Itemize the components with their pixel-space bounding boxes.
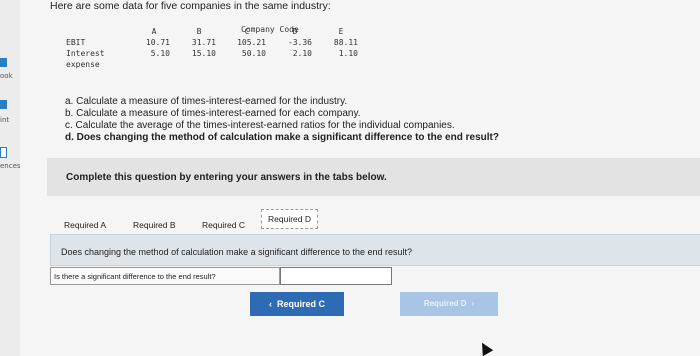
question-d: d. Does changing the method of calculati… xyxy=(65,132,499,143)
table-cell: 50.10 xyxy=(241,49,266,58)
question-list: a. Calculate a measure of times-interest… xyxy=(65,96,499,144)
tab-required-b[interactable]: Required B xyxy=(133,220,176,230)
tab-required-d[interactable]: Required D xyxy=(261,209,318,229)
table-cell: 31.71 xyxy=(191,38,216,47)
table-cell: -3.36 xyxy=(287,38,312,47)
table-header-row: A B C D E xyxy=(60,26,364,37)
tab-required-a[interactable]: Required A xyxy=(64,220,106,230)
row-label: Interest xyxy=(66,49,105,58)
answer-prompt-label: Is there a significant difference to the… xyxy=(50,267,280,285)
mouse-cursor-icon xyxy=(476,339,494,356)
question-panel: Does changing the method of calculation … xyxy=(50,234,700,266)
column-header: B xyxy=(196,27,202,36)
book-icon[interactable] xyxy=(0,58,7,67)
sidebar-item-print[interactable]: int xyxy=(0,116,22,124)
question-c: c. Calculate the average of the times-in… xyxy=(65,120,455,131)
table-cell: 2.10 xyxy=(292,49,312,58)
table-row: Interest 5.10 15.10 50.10 2.10 1.10 xyxy=(60,48,364,59)
left-sidebar: ook int ences xyxy=(0,0,22,356)
question-content: Here are some data for five companies in… xyxy=(20,0,700,356)
instruction-text: Complete this question by entering your … xyxy=(66,172,387,183)
table-cell: 105.21 xyxy=(237,38,266,47)
table-cell: 5.10 xyxy=(150,49,170,58)
column-header: C xyxy=(244,27,250,36)
row-label: expense xyxy=(66,60,100,69)
company-data-table: A B C D E EBIT 10.71 31.71 105.21 -3.36 … xyxy=(60,26,364,70)
table-row: expense xyxy=(60,59,364,70)
question-b: b. Calculate a measure of times-interest… xyxy=(65,108,361,119)
references-icon[interactable] xyxy=(0,147,7,158)
table-cell: 88.11 xyxy=(333,38,358,47)
tab-required-c[interactable]: Required C xyxy=(202,220,245,230)
previous-tab-label: Required C xyxy=(276,299,325,309)
next-tab-label: Required D xyxy=(423,299,467,308)
row-label: EBIT xyxy=(66,38,86,47)
next-tab-button[interactable]: Required D › xyxy=(400,292,498,316)
table-cell: 15.10 xyxy=(191,49,216,58)
previous-tab-button[interactable]: ‹ Required C xyxy=(250,292,344,316)
sidebar-item-references[interactable]: ences xyxy=(0,162,22,170)
print-icon[interactable] xyxy=(0,100,7,109)
chevron-right-icon: › xyxy=(471,299,475,308)
table-row: EBIT 10.71 31.71 105.21 -3.36 88.11 xyxy=(60,37,364,48)
sidebar-item-ebook[interactable]: ook xyxy=(0,72,22,80)
table-cell: 10.71 xyxy=(145,38,170,47)
column-header: E xyxy=(338,27,344,36)
chevron-left-icon: ‹ xyxy=(268,299,272,309)
table-cell: 1.10 xyxy=(338,49,358,58)
significant-difference-answer-input[interactable] xyxy=(280,267,392,285)
column-header: D xyxy=(292,27,298,36)
instruction-banner: Complete this question by entering your … xyxy=(47,158,700,196)
column-header: A xyxy=(151,27,157,36)
panel-question-text: Does changing the method of calculation … xyxy=(61,247,413,257)
question-a: a. Calculate a measure of times-interest… xyxy=(65,96,348,107)
intro-text: Here are some data for five companies in… xyxy=(50,0,331,12)
